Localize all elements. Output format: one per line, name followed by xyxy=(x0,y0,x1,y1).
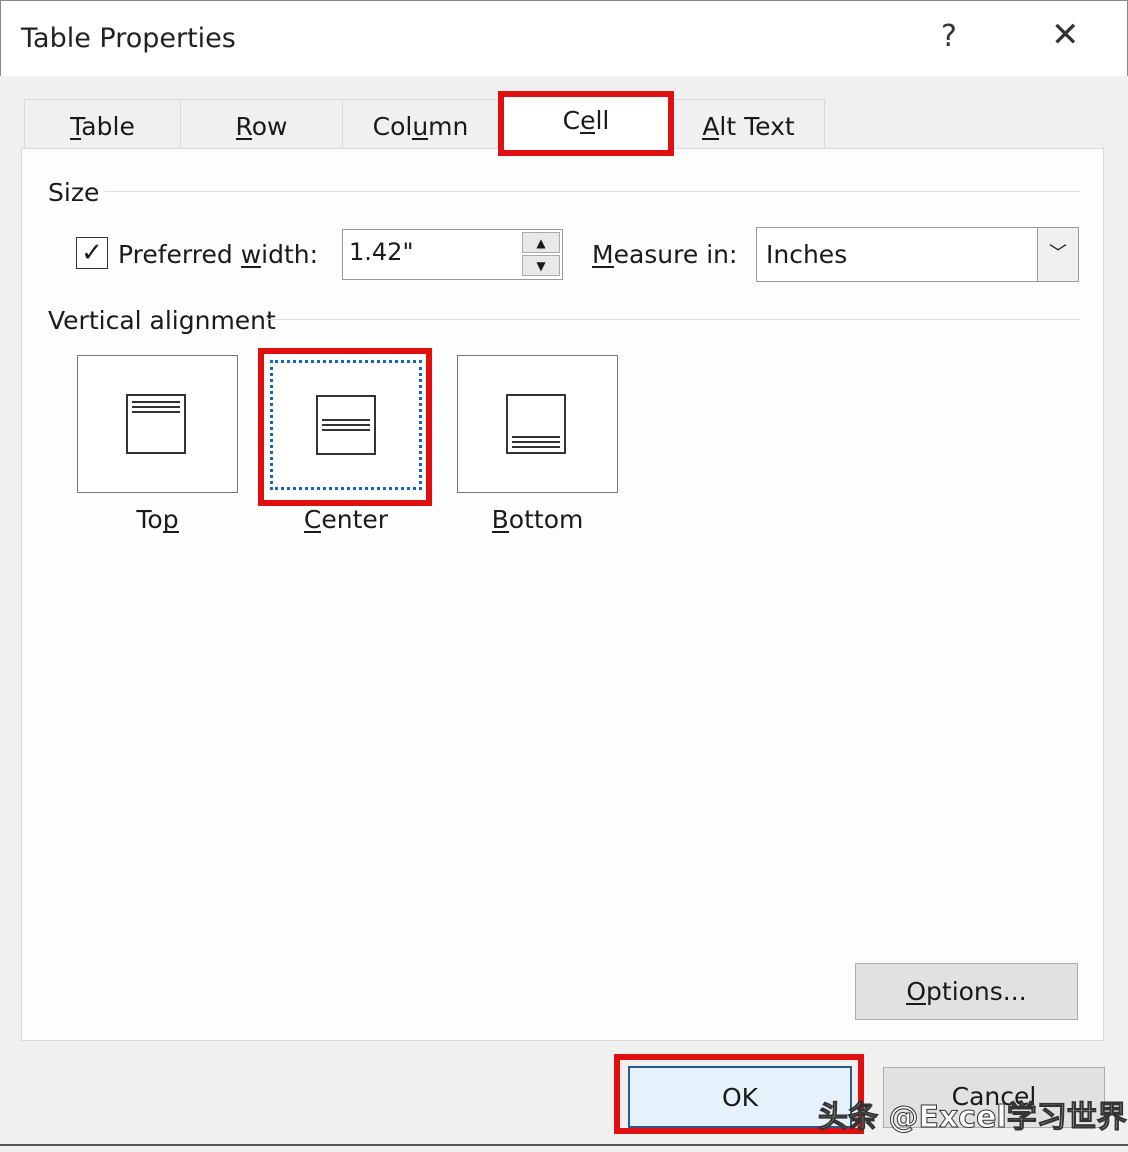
window-border xyxy=(0,1144,1128,1146)
dialog-title: Table Properties xyxy=(21,23,236,54)
options-button[interactable]: Options... xyxy=(855,963,1078,1020)
measure-in-value: Inches xyxy=(766,240,848,269)
tab-alt-text[interactable]: Alt Text xyxy=(672,99,825,149)
highlight-box xyxy=(498,91,674,156)
align-center-label-text: Center xyxy=(303,505,389,534)
options-button-label: Options... xyxy=(906,977,1027,1006)
divider xyxy=(265,319,1080,320)
tab-label: Table xyxy=(70,112,135,141)
align-bottom-icon xyxy=(506,394,566,454)
width-spinner[interactable]: ▲ ▼ xyxy=(522,232,560,276)
tab-label: Column xyxy=(372,112,469,141)
close-icon[interactable]: ✕ xyxy=(1051,15,1080,55)
title-bar: Table Properties ? ✕ xyxy=(0,0,1128,76)
align-top-icon xyxy=(126,394,186,454)
watermark: 头条 @Excel学习世界 xyxy=(818,1100,1128,1136)
spin-down-icon[interactable]: ▼ xyxy=(522,255,560,276)
measure-in-select[interactable]: Inches ﹀ xyxy=(756,227,1079,282)
tab-label: Row xyxy=(235,112,288,141)
align-top-label: Top xyxy=(77,505,238,534)
tab-table[interactable]: Table xyxy=(24,99,181,149)
vertical-alignment-section-label: Vertical alignment xyxy=(48,306,276,335)
divider xyxy=(105,191,1080,192)
check-icon: ✓ xyxy=(81,238,103,268)
tab-row[interactable]: Row xyxy=(180,99,343,149)
align-top-button[interactable] xyxy=(77,355,238,493)
align-center-button[interactable] xyxy=(270,360,422,490)
preferred-width-label: Preferred width: xyxy=(118,240,319,269)
align-center-label: Center xyxy=(270,505,422,534)
align-bottom-label: Bottom xyxy=(457,505,618,534)
tab-label: Alt Text xyxy=(702,112,795,141)
tab-column[interactable]: Column xyxy=(342,99,499,149)
chevron-down-icon[interactable]: ﹀ xyxy=(1037,228,1078,281)
measure-in-label: Measure in: xyxy=(592,240,738,269)
size-section-label: Size xyxy=(48,178,100,207)
align-bottom-label-text: Bottom xyxy=(491,505,584,534)
align-center-icon xyxy=(316,395,376,455)
align-bottom-button[interactable] xyxy=(457,355,618,493)
help-icon[interactable]: ? xyxy=(941,19,957,54)
preferred-width-checkbox[interactable]: ✓ xyxy=(76,237,108,269)
spin-up-icon[interactable]: ▲ xyxy=(522,232,560,253)
align-top-label-text: Top xyxy=(136,505,179,534)
